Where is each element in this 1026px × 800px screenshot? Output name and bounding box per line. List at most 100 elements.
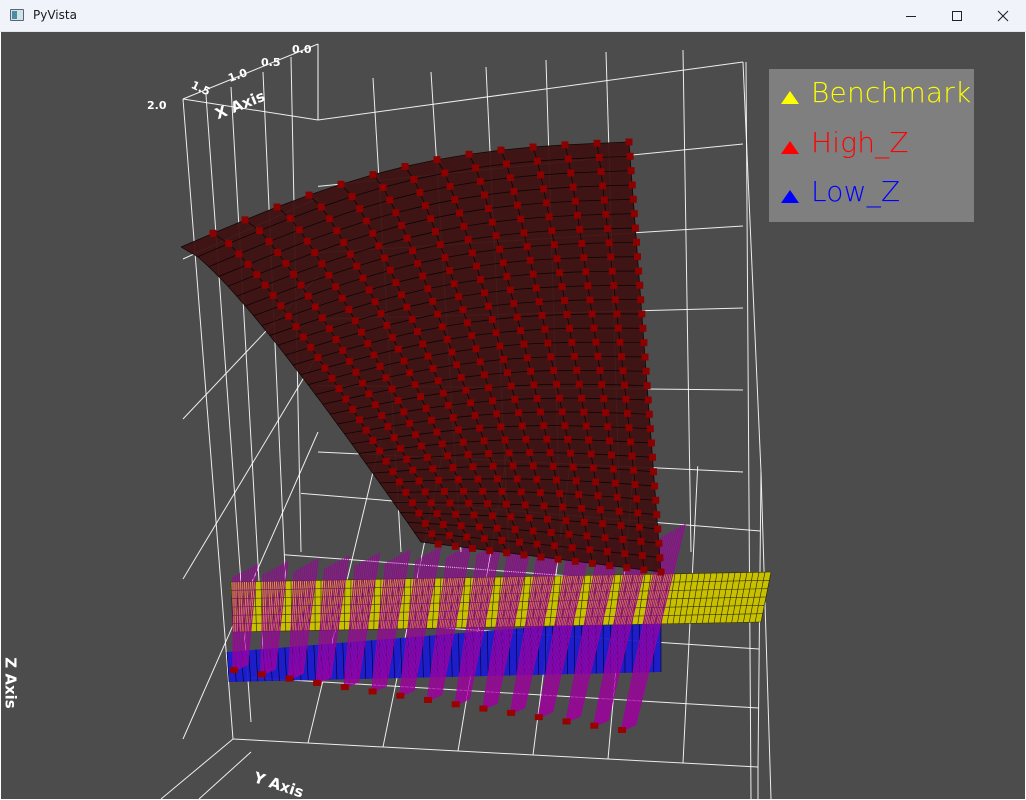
high-z-marker [417,442,425,450]
high-z-marker [616,338,624,346]
render-viewport[interactable]: 0.0 0.5 1.0 1.5 2.0 X Axis Y Axis Z Axis… [1,32,1025,799]
high-z-marker [571,557,579,565]
high-z-marker [578,240,586,247]
high-z-marker [472,345,480,353]
high-z-marker [358,328,365,336]
minimize-icon [906,15,916,17]
high-z-marker [479,487,487,495]
high-z-marker [424,352,432,360]
high-z-marker [484,302,492,310]
high-z-marker [529,143,537,151]
high-z-marker [321,364,329,372]
high-z-marker [477,276,484,283]
error-bar-cap [618,727,626,733]
high-z-marker [400,408,408,416]
high-z-marker [558,283,566,291]
high-z-marker [377,310,385,318]
high-z-marker [427,215,435,223]
high-z-marker [476,177,484,185]
grid-line [232,738,759,768]
high-z-marker [488,512,496,520]
high-z-marker [485,450,493,457]
high-z-marker [481,191,488,199]
high-z-marker [544,515,551,523]
high-z-marker [652,496,660,504]
high-z-marker [529,527,537,535]
high-z-marker [365,390,373,398]
legend-label: Benchmark [811,76,972,109]
high-z-marker [599,520,607,528]
high-z-marker [587,450,595,458]
high-z-marker [613,493,621,501]
maximize-button[interactable] [934,0,980,31]
high-z-marker [379,183,387,191]
high-z-marker [382,457,390,465]
high-z-marker [339,346,347,354]
high-z-marker [502,500,510,508]
high-z-marker [492,329,500,337]
error-bar-cap [562,718,571,725]
high-z-marker [429,365,437,372]
high-z-marker [553,380,560,388]
high-z-marker [525,514,533,522]
high-z-marker [636,281,644,289]
high-z-marker [450,280,458,288]
high-z-marker [619,367,627,375]
high-z-marker [382,374,390,382]
high-z-marker [392,209,400,217]
high-z-marker [428,416,435,424]
high-z-marker [443,335,451,343]
high-z-marker [397,444,404,452]
high-z-marker [457,522,465,530]
high-z-marker [353,262,361,270]
error-bar-cap [285,675,294,682]
high-z-marker [596,506,604,514]
high-z-marker [655,539,663,547]
high-z-marker [555,394,563,402]
high-z-marker [369,437,377,444]
high-z-marker [643,382,651,390]
high-z-marker [465,150,473,158]
close-button[interactable] [980,0,1026,31]
pyvista-window: PyVista 0.0 0.5 1.0 1.5 2.0 X Axis Y Axi… [0,0,1026,800]
high-z-marker [311,249,319,257]
high-z-marker [561,141,569,149]
high-z-marker [346,250,354,258]
high-z-marker [517,488,525,496]
high-z-marker [602,210,610,218]
high-z-marker [392,279,400,286]
high-z-marker [460,487,467,495]
x-tick-label: 0.0 [292,43,312,56]
high-z-marker [253,271,261,279]
high-z-marker [637,537,645,545]
grid-line [682,49,692,553]
high-z-marker [578,394,586,402]
high-z-marker [503,160,510,168]
high-z-marker [389,333,397,341]
high-z-marker [503,549,511,557]
high-z-marker [269,291,277,299]
legend-entry-benchmark: Benchmark [781,76,971,109]
high-z-marker [414,328,421,336]
error-bar-cap [534,714,543,721]
high-z-marker [501,436,509,444]
high-z-marker [438,323,446,331]
high-z-marker [635,267,643,275]
high-z-marker [559,503,567,511]
high-z-marker [516,538,523,546]
high-z-marker [547,529,555,536]
high-z-marker [536,489,544,497]
high-z-marker [440,488,448,495]
minimize-button[interactable] [888,0,934,31]
high-z-marker [448,348,456,356]
high-z-marker [480,535,488,543]
high-z-marker [549,462,557,470]
high-z-marker [470,511,478,519]
high-z-marker [473,262,480,270]
high-z-marker [529,270,537,278]
high-z-marker [597,168,605,176]
high-z-marker [376,447,384,455]
title-bar[interactable]: PyVista [0,0,1026,32]
high-z-marker [510,187,518,195]
high-z-marker [554,555,562,563]
